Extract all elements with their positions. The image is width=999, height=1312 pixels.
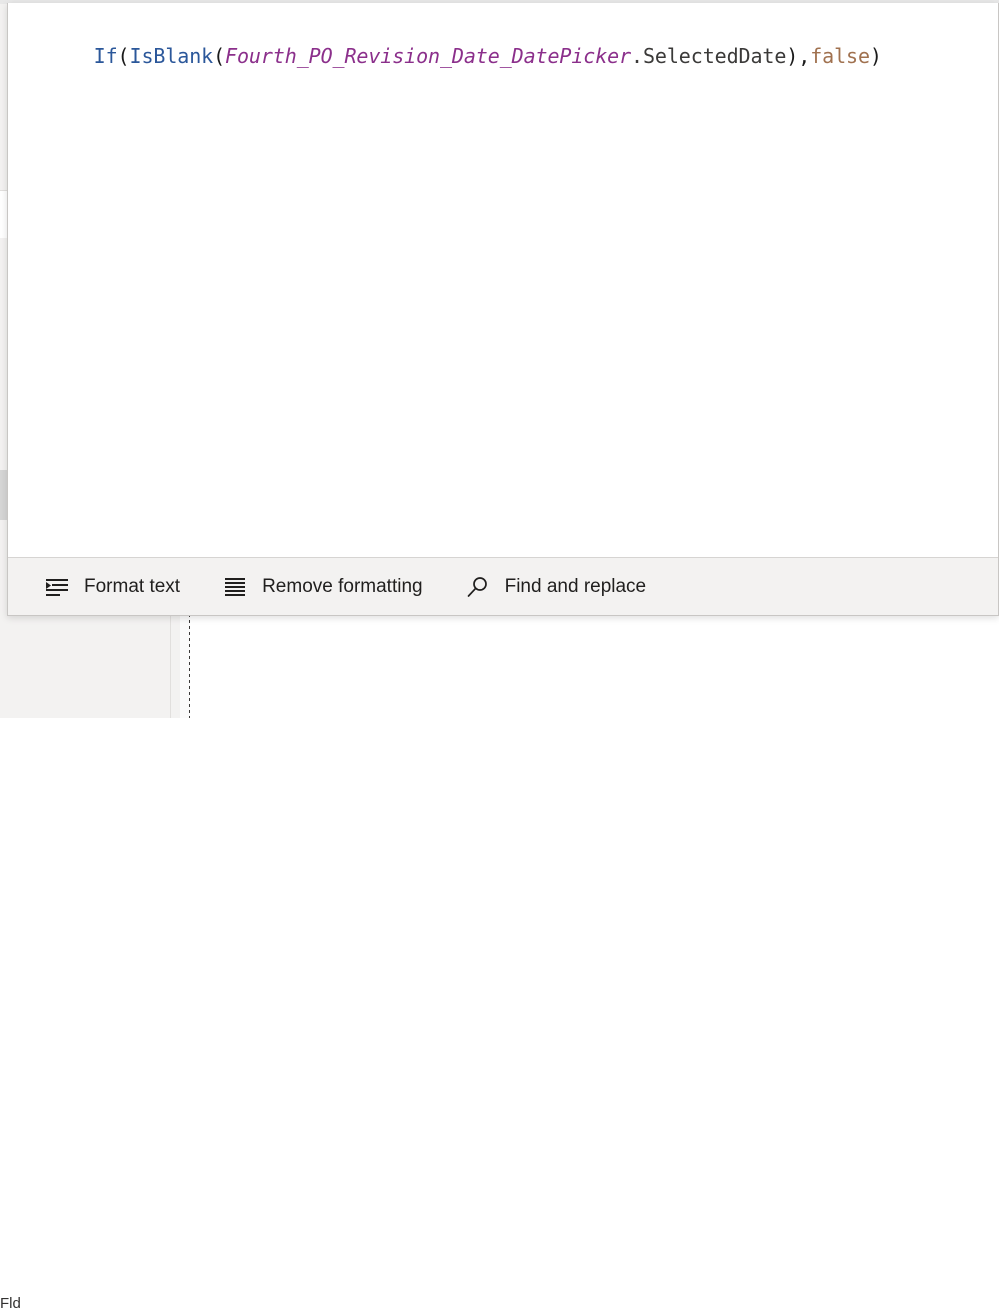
remove-formatting-button[interactable]: Remove formatting <box>208 565 437 609</box>
left-tree-panel[interactable]: Fld <box>0 614 171 1312</box>
formula-token-property: .SelectedDate <box>631 44 787 68</box>
formula-editor-pane[interactable]: If(IsBlank(Fourth_PO_Revision_Date_DateP… <box>7 3 999 616</box>
formula-token-paren-close-1: ) <box>786 44 799 68</box>
formula-token-if: If <box>93 44 118 68</box>
formula-command-bar: Format text Remove formatting Find and r… <box>8 557 998 615</box>
formula-token-paren-open-2: ( <box>213 44 226 68</box>
formula-token-paren-close-2: ) <box>869 44 882 68</box>
tree-item-label: Fld <box>0 1295 21 1312</box>
remove-formatting-icon <box>225 577 246 596</box>
format-text-icon <box>46 578 68 596</box>
remove-formatting-label: Remove formatting <box>262 575 423 597</box>
formula-token-comma: , <box>798 44 811 68</box>
format-text-button[interactable]: Format text <box>30 565 194 609</box>
find-and-replace-label: Find and replace <box>504 575 647 597</box>
formula-token-paren-open-1: ( <box>117 44 130 68</box>
formula-token-isblank: IsBlank <box>129 44 214 68</box>
design-canvas[interactable] <box>190 614 999 718</box>
formula-token-false: false <box>810 44 870 68</box>
formula-input[interactable]: If(IsBlank(Fourth_PO_Revision_Date_DateP… <box>8 3 998 557</box>
format-text-label: Format text <box>84 575 181 597</box>
search-icon <box>467 576 487 597</box>
formula-token-control-name: Fourth_PO_Revision_Date_DatePicker <box>225 44 632 68</box>
find-and-replace-button[interactable]: Find and replace <box>451 565 661 609</box>
formula-expression: If(IsBlank(Fourth_PO_Revision_Date_DateP… <box>22 17 998 95</box>
